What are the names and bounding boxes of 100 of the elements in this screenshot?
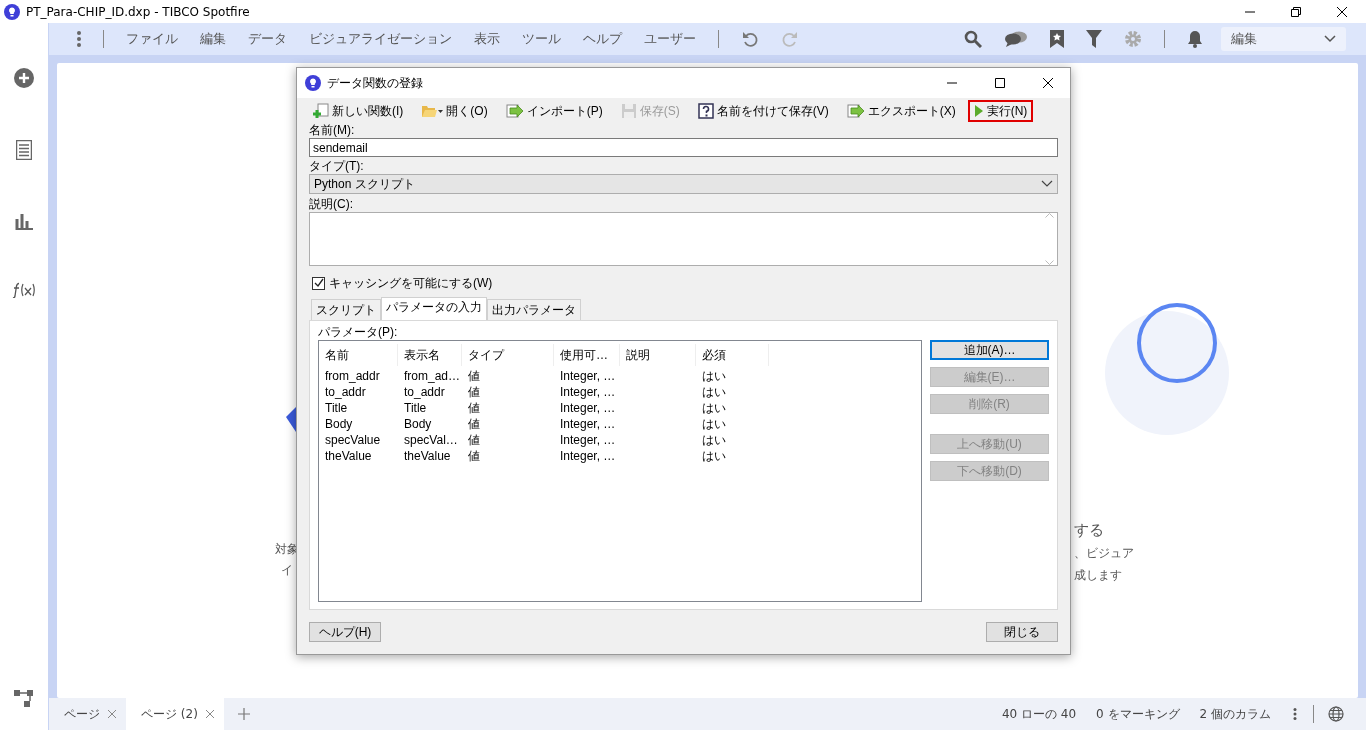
menu-item[interactable]: 編集 [200,30,226,48]
field-label: 名前(M): [309,123,356,138]
more-icon[interactable] [77,31,81,47]
globe-icon[interactable] [1328,706,1344,722]
table-cell: Integer, … [560,449,616,463]
bar-chart-icon[interactable] [15,212,33,230]
table-cell: 値 [468,416,480,431]
table-cell: specValue [325,433,381,447]
table-cell: theValue [325,449,372,463]
table-cell: Title [325,401,348,415]
column-header[interactable]: 表示名 [398,344,462,366]
play-icon [973,104,984,118]
menu-item[interactable]: ビジュアライゼーション [309,30,452,48]
bell-icon[interactable] [1187,30,1203,48]
table-cell: Integer, … [560,433,616,447]
hierarchy-icon[interactable] [14,688,34,708]
undo-icon[interactable] [741,30,759,48]
toolbar-button[interactable]: エクスポート(X) [840,100,962,122]
help-button[interactable]: ヘルプ(H) [309,622,381,642]
table-cell: to_addr [325,385,366,399]
caching-checkbox[interactable]: キャッシングを可能にする(W) [312,274,1058,292]
chevron-down-icon [1041,180,1053,188]
add-icon[interactable] [14,68,34,88]
restore-icon[interactable] [1290,5,1302,18]
action-button[interactable]: 追加(A)… [930,340,1049,360]
table-cell: Integer, … [560,369,616,383]
status-text: 0 をマーキング [1096,705,1180,723]
table-cell: 値 [468,432,480,447]
background-text: 成します [1074,567,1123,584]
toolbar-button[interactable]: 実行(N) [967,100,1034,122]
column-header[interactable]: 必須 [696,344,769,366]
table-cell: from_ad… [404,369,461,383]
column-header[interactable]: 名前 [319,344,398,366]
background-text: 、ビジュア [1074,545,1134,562]
comments-icon[interactable] [1004,31,1028,47]
arrow-document-icon [846,103,865,119]
tab[interactable]: パラメータの入力 [381,297,487,320]
table-cell: Body [325,417,353,431]
table-cell: specVal… [404,433,458,447]
table-cell: はい [702,400,726,415]
filter-icon[interactable] [1086,30,1102,48]
name-field[interactable]: sendemail [309,138,1058,157]
search-icon[interactable] [964,30,982,48]
tab[interactable]: スクリプト [311,299,381,320]
window-title: PT_Para-CHIP_ID.dxp - TIBCO Spotfire [26,4,250,19]
field-label: 説明(C): [309,197,354,212]
checkmark-icon [313,278,324,288]
table-cell: はい [702,416,726,431]
new-document-icon [313,103,329,119]
menu-item[interactable]: ツール [522,30,561,48]
arrow-document-icon [505,103,524,119]
bookmark-icon[interactable] [1050,30,1064,48]
menu-item[interactable]: 表示 [474,30,500,48]
table-cell: Integer, … [560,417,616,431]
toolbar-button[interactable]: 名前を付けて保存(V) [691,100,835,122]
menu-item[interactable]: ファイル [126,30,178,48]
table-cell: Integer, … [560,385,616,399]
close-icon[interactable] [1042,77,1054,89]
type-dropdown[interactable]: Python スクリプト [309,174,1058,194]
table-cell: theValue [404,449,451,463]
table-cell: Integer, … [560,401,616,415]
menu-item[interactable]: ヘルプ [583,30,622,48]
toolbar-button[interactable]: 新しい関数(I) [307,100,410,122]
table-cell: はい [702,384,726,399]
list-icon[interactable] [16,140,32,160]
close-icon[interactable] [1336,5,1348,18]
column-header[interactable]: 使用可… [554,344,620,366]
parameter-list[interactable] [318,340,922,602]
table-cell: from_addr [325,369,380,383]
tab[interactable]: 出力パラメータ [487,299,581,320]
menu-item[interactable]: データ [248,30,287,48]
table-cell: 値 [468,400,480,415]
more-icon[interactable] [1293,708,1297,720]
mode-dropdown[interactable]: 編集 [1221,27,1346,51]
function-icon[interactable] [12,282,36,298]
page-tab[interactable]: ページ [49,698,126,730]
toolbar-button[interactable]: 開く(O) [415,100,494,122]
folder-icon [421,103,444,119]
status-text: 2 個のカラム [1199,705,1271,723]
column-header[interactable]: タイプ [462,344,554,366]
table-cell: 値 [468,368,480,383]
table-cell: はい [702,432,726,447]
question-mark-icon [697,103,714,119]
field-label: パラメータ(P): [318,325,399,340]
menu-item[interactable]: ユーザー [644,30,696,48]
column-header[interactable]: 説明 [620,344,696,366]
table-cell: Body [404,417,432,431]
table-cell: 値 [468,384,480,399]
table-cell: はい [702,368,726,383]
chevron-down-icon [1324,35,1336,43]
table-cell: to_addr [404,385,445,399]
table-cell: はい [702,448,726,463]
page-tab[interactable]: ページ (2) [126,698,224,730]
app-logo-icon [4,3,20,20]
close-button[interactable]: 閉じる [986,622,1058,642]
field-label: タイプ(T): [309,159,365,174]
toolbar-button[interactable]: インポート(P) [499,100,609,122]
background-text: する [1074,521,1105,540]
table-cell: Title [404,401,427,415]
maximize-icon[interactable] [994,77,1006,89]
